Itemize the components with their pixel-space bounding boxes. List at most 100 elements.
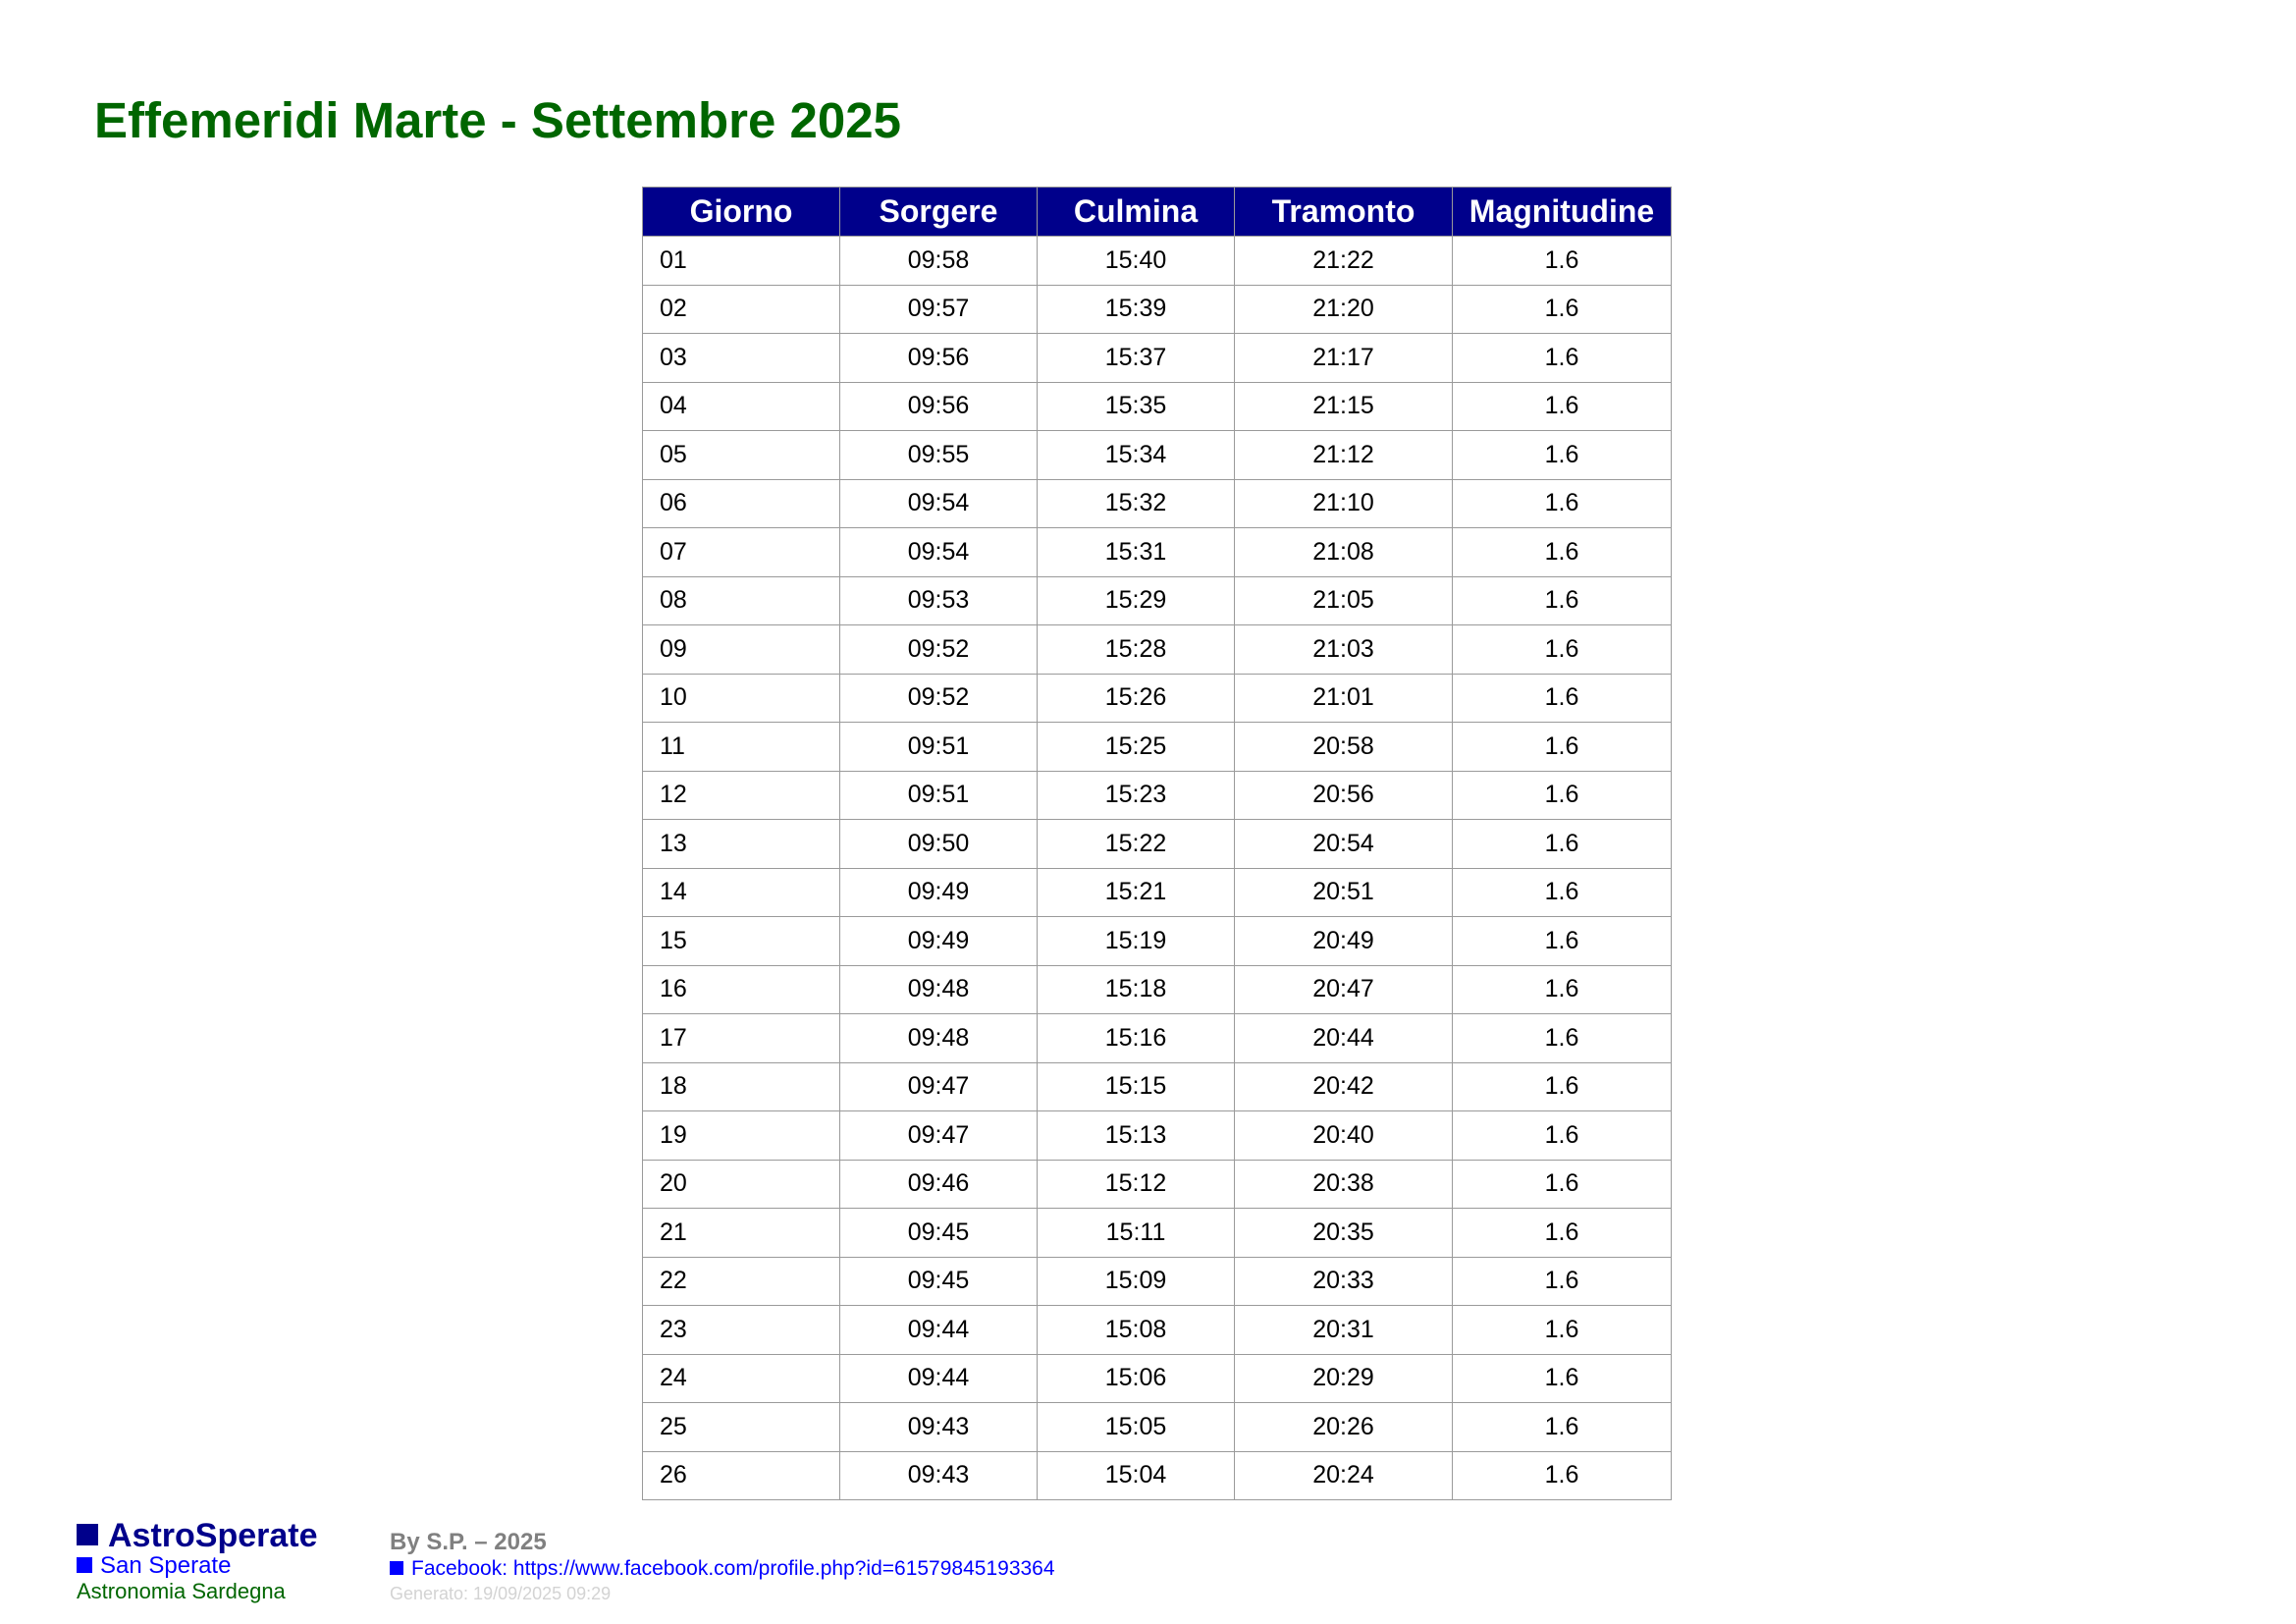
cell-tramonto: 20:47 bbox=[1234, 964, 1453, 1014]
table-row: 23 09:44 15:08 20:31 1.6 bbox=[642, 1305, 1672, 1355]
table-row: 06 09:54 15:32 21:10 1.6 bbox=[642, 478, 1672, 528]
table-row: 03 09:56 15:37 21:17 1.6 bbox=[642, 333, 1672, 383]
cell-sorgere: 09:49 bbox=[839, 867, 1038, 917]
table-row: 17 09:48 15:16 20:44 1.6 bbox=[642, 1013, 1672, 1063]
blue-square-icon bbox=[390, 1561, 403, 1575]
cell-culmina: 15:09 bbox=[1037, 1256, 1235, 1306]
cell-sorgere: 09:44 bbox=[839, 1353, 1038, 1403]
cell-magnitudine: 1.6 bbox=[1452, 236, 1672, 286]
cell-culmina: 15:15 bbox=[1037, 1061, 1235, 1111]
cell-giorno: 08 bbox=[642, 575, 840, 625]
column-header-magnitudine: Magnitudine bbox=[1452, 187, 1672, 237]
cell-sorgere: 09:57 bbox=[839, 284, 1038, 334]
cell-culmina: 15:32 bbox=[1037, 478, 1235, 528]
cell-culmina: 15:18 bbox=[1037, 964, 1235, 1014]
cell-sorgere: 09:47 bbox=[839, 1110, 1038, 1161]
cell-giorno: 01 bbox=[642, 236, 840, 286]
cell-magnitudine: 1.6 bbox=[1452, 381, 1672, 431]
cell-sorgere: 09:43 bbox=[839, 1450, 1038, 1500]
table-row: 01 09:58 15:40 21:22 1.6 bbox=[642, 236, 1672, 286]
table-row: 09 09:52 15:28 21:03 1.6 bbox=[642, 624, 1672, 675]
cell-sorgere: 09:45 bbox=[839, 1208, 1038, 1258]
cell-tramonto: 20:42 bbox=[1234, 1061, 1453, 1111]
cell-tramonto: 21:08 bbox=[1234, 527, 1453, 577]
cell-tramonto: 20:38 bbox=[1234, 1159, 1453, 1209]
table-body: 01 09:58 15:40 21:22 1.6 02 09:57 15:39 21:20 1.6… bbox=[642, 236, 1672, 1500]
table-row: 19 09:47 15:13 20:40 1.6 bbox=[642, 1110, 1672, 1161]
cell-tramonto: 20:26 bbox=[1234, 1402, 1453, 1452]
cell-sorgere: 09:48 bbox=[839, 964, 1038, 1014]
cell-magnitudine: 1.6 bbox=[1452, 1061, 1672, 1111]
footer-brand: AstroSperate San Sperate Astronomia Sard… bbox=[77, 1518, 391, 1604]
facebook-link-text: Facebook: https://www.facebook.com/profi… bbox=[411, 1557, 1055, 1580]
cell-magnitudine: 1.6 bbox=[1452, 1256, 1672, 1306]
cell-giorno: 23 bbox=[642, 1305, 840, 1355]
cell-magnitudine: 1.6 bbox=[1452, 624, 1672, 675]
cell-magnitudine: 1.6 bbox=[1452, 916, 1672, 966]
footer-author: By S.P. – 2025 bbox=[390, 1529, 547, 1555]
cell-giorno: 09 bbox=[642, 624, 840, 675]
table-row: 11 09:51 15:25 20:58 1.6 bbox=[642, 722, 1672, 772]
cell-tramonto: 21:17 bbox=[1234, 333, 1453, 383]
cell-sorgere: 09:43 bbox=[839, 1402, 1038, 1452]
column-header-giorno: Giorno bbox=[642, 187, 840, 237]
cell-tramonto: 20:35 bbox=[1234, 1208, 1453, 1258]
cell-sorgere: 09:44 bbox=[839, 1305, 1038, 1355]
table-row: 02 09:57 15:39 21:20 1.6 bbox=[642, 284, 1672, 334]
cell-culmina: 15:25 bbox=[1037, 722, 1235, 772]
cell-sorgere: 09:49 bbox=[839, 916, 1038, 966]
column-header-culmina: Culmina bbox=[1037, 187, 1235, 237]
cell-giorno: 20 bbox=[642, 1159, 840, 1209]
cell-tramonto: 21:03 bbox=[1234, 624, 1453, 675]
table-header-row: Giorno Sorgere Culmina Tramonto Magnitud… bbox=[642, 187, 1672, 237]
table-row: 04 09:56 15:35 21:15 1.6 bbox=[642, 381, 1672, 431]
cell-tramonto: 21:15 bbox=[1234, 381, 1453, 431]
cell-tramonto: 21:22 bbox=[1234, 236, 1453, 286]
table-row: 21 09:45 15:11 20:35 1.6 bbox=[642, 1208, 1672, 1258]
cell-giorno: 13 bbox=[642, 819, 840, 869]
cell-tramonto: 20:56 bbox=[1234, 770, 1453, 820]
cell-giorno: 10 bbox=[642, 673, 840, 723]
cell-giorno: 14 bbox=[642, 867, 840, 917]
table-row: 12 09:51 15:23 20:56 1.6 bbox=[642, 770, 1672, 820]
cell-culmina: 15:12 bbox=[1037, 1159, 1235, 1209]
brand-place: San Sperate bbox=[100, 1552, 232, 1579]
cell-sorgere: 09:50 bbox=[839, 819, 1038, 869]
table-row: 10 09:52 15:26 21:01 1.6 bbox=[642, 673, 1672, 723]
cell-sorgere: 09:54 bbox=[839, 478, 1038, 528]
cell-giorno: 21 bbox=[642, 1208, 840, 1258]
cell-tramonto: 21:01 bbox=[1234, 673, 1453, 723]
cell-sorgere: 09:51 bbox=[839, 722, 1038, 772]
cell-giorno: 25 bbox=[642, 1402, 840, 1452]
cell-culmina: 15:21 bbox=[1037, 867, 1235, 917]
cell-magnitudine: 1.6 bbox=[1452, 722, 1672, 772]
cell-sorgere: 09:56 bbox=[839, 333, 1038, 383]
cell-giorno: 26 bbox=[642, 1450, 840, 1500]
facebook-link[interactable]: Facebook: https://www.facebook.com/profi… bbox=[390, 1556, 1273, 1582]
cell-culmina: 15:16 bbox=[1037, 1013, 1235, 1063]
table-row: 13 09:50 15:22 20:54 1.6 bbox=[642, 819, 1672, 869]
generated-timestamp: Generato: 19/09/2025 09:29 bbox=[390, 1584, 612, 1603]
cell-tramonto: 20:29 bbox=[1234, 1353, 1453, 1403]
cell-giorno: 24 bbox=[642, 1353, 840, 1403]
cell-culmina: 15:13 bbox=[1037, 1110, 1235, 1161]
cell-giorno: 12 bbox=[642, 770, 840, 820]
cell-magnitudine: 1.6 bbox=[1452, 673, 1672, 723]
brand-tagline: Astronomia Sardegna bbox=[77, 1579, 286, 1603]
cell-giorno: 16 bbox=[642, 964, 840, 1014]
cell-sorgere: 09:51 bbox=[839, 770, 1038, 820]
cell-culmina: 15:37 bbox=[1037, 333, 1235, 383]
cell-culmina: 15:22 bbox=[1037, 819, 1235, 869]
blue-square-icon bbox=[77, 1524, 98, 1545]
cell-culmina: 15:40 bbox=[1037, 236, 1235, 286]
cell-sorgere: 09:45 bbox=[839, 1256, 1038, 1306]
table-row: 08 09:53 15:29 21:05 1.6 bbox=[642, 575, 1672, 625]
cell-tramonto: 20:44 bbox=[1234, 1013, 1453, 1063]
cell-giorno: 22 bbox=[642, 1256, 840, 1306]
cell-tramonto: 20:54 bbox=[1234, 819, 1453, 869]
table-row: 26 09:43 15:04 20:24 1.6 bbox=[642, 1450, 1672, 1500]
cell-giorno: 03 bbox=[642, 333, 840, 383]
cell-culmina: 15:35 bbox=[1037, 381, 1235, 431]
brand-name: AstroSperate bbox=[108, 1517, 318, 1554]
table-row: 14 09:49 15:21 20:51 1.6 bbox=[642, 867, 1672, 917]
